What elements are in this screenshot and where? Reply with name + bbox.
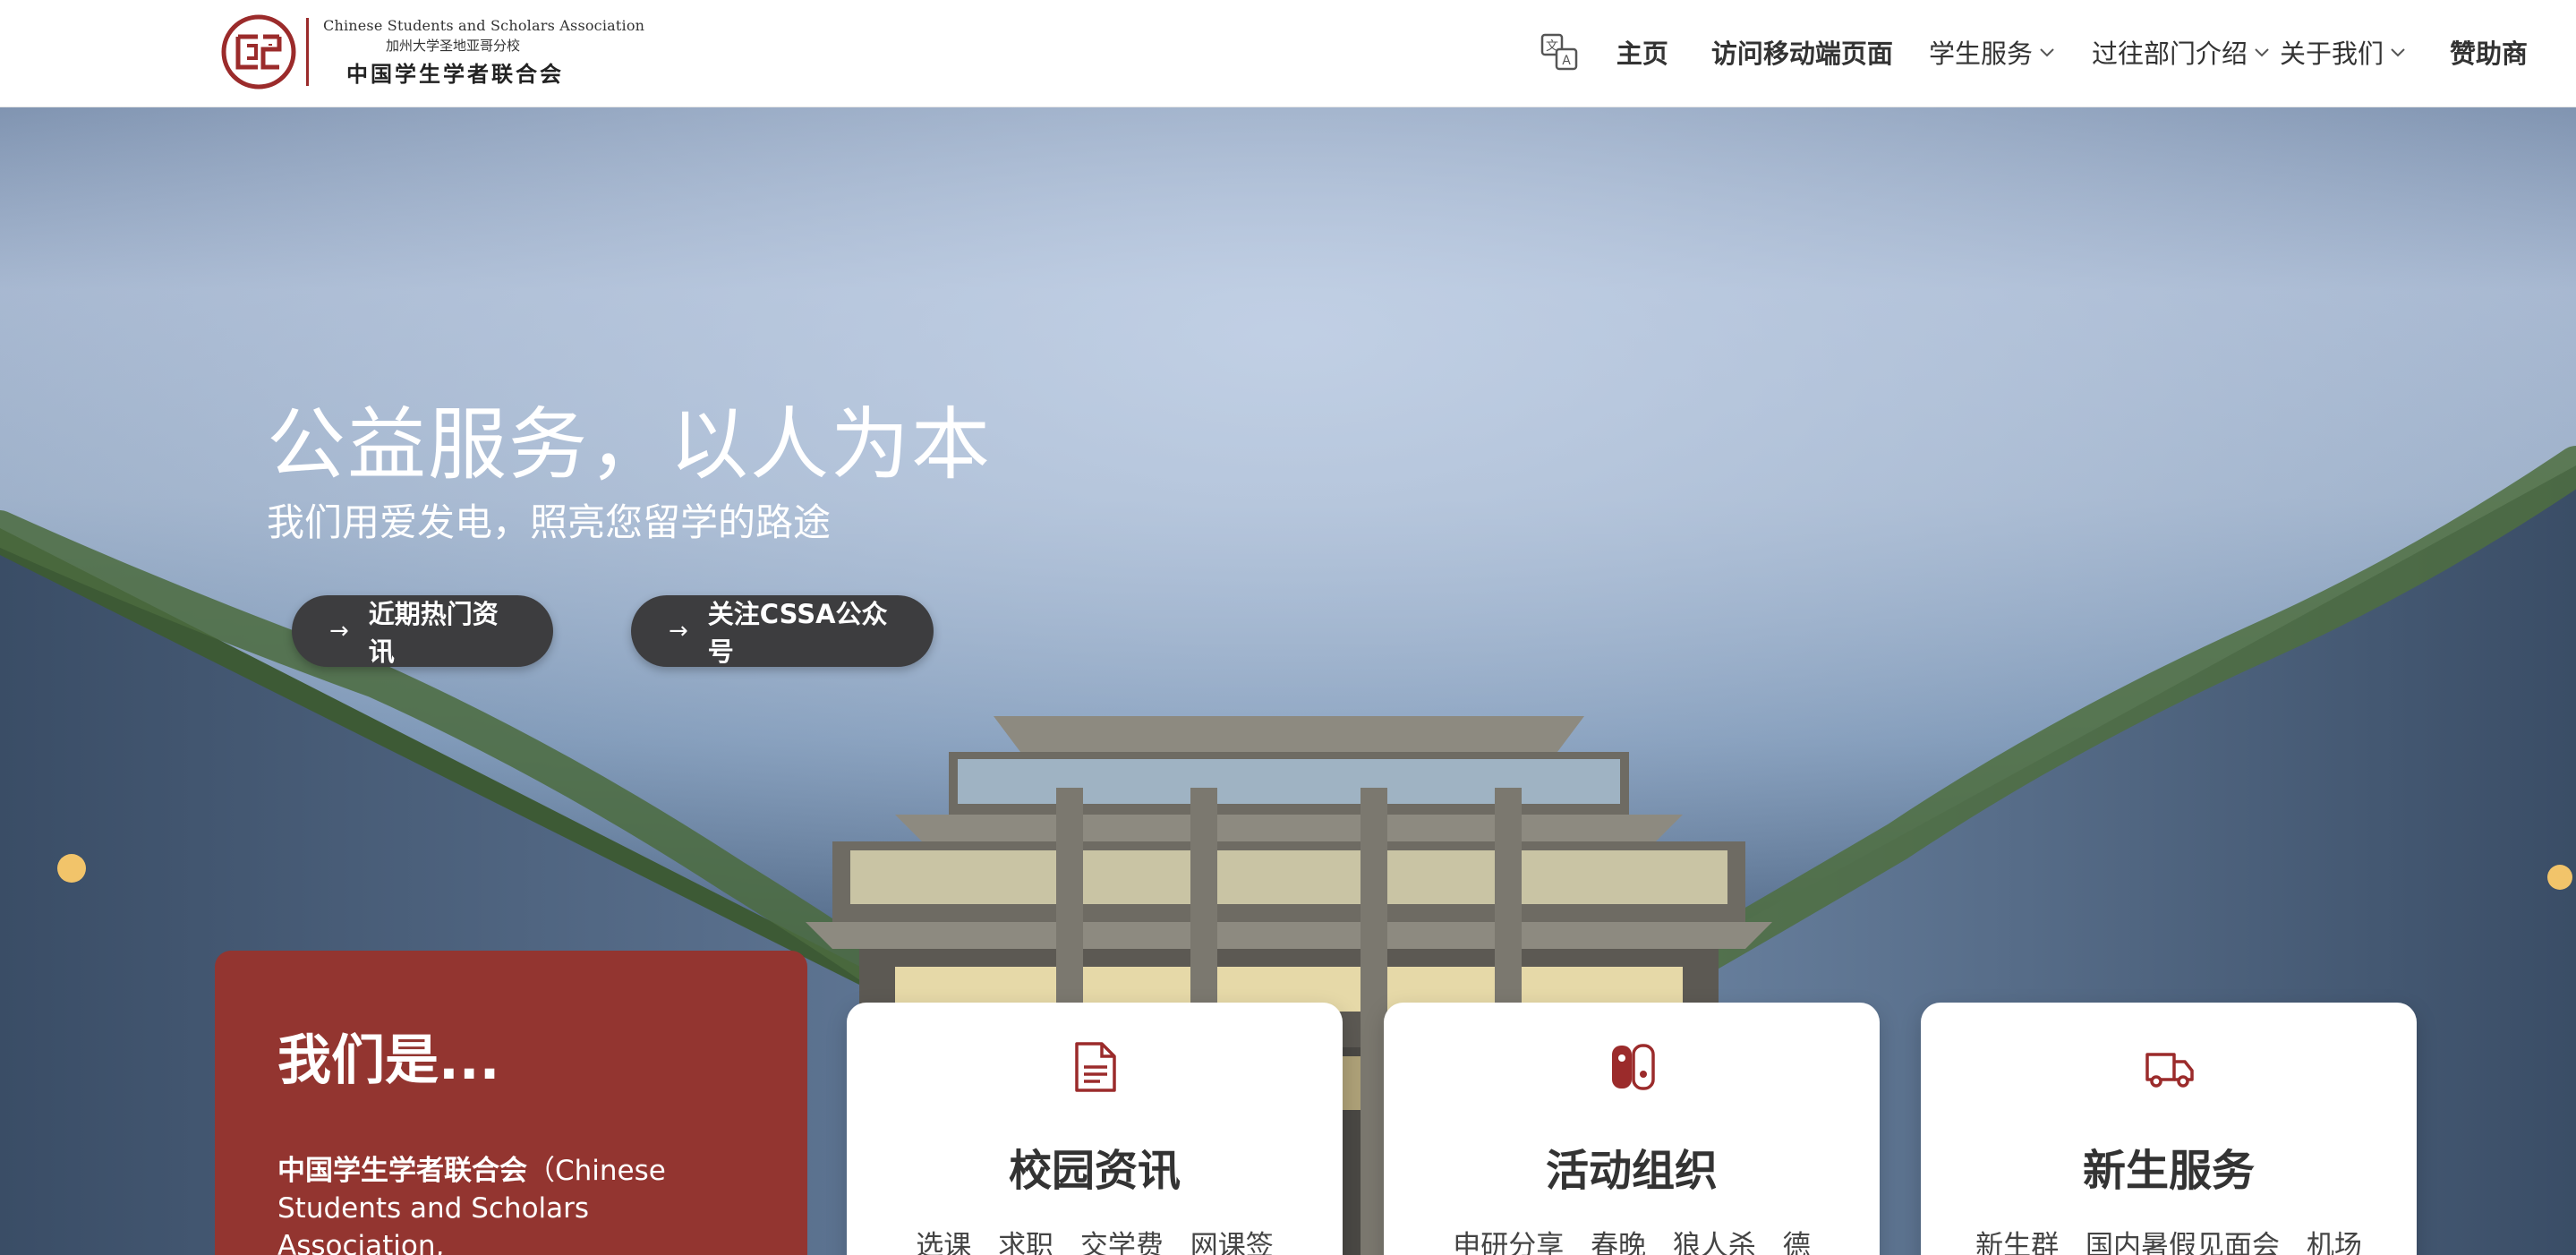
nav-sponsors-label: 赞助商 — [2449, 38, 2528, 69]
arrow-right-icon: → — [329, 618, 349, 645]
tag[interactable]: 狼人杀 — [1673, 1230, 1756, 1255]
tag[interactable]: 交学费 — [1080, 1230, 1164, 1255]
nav-about-us-label: 关于我们 — [2279, 38, 2384, 69]
nav-home[interactable]: 主页 — [1616, 33, 1668, 71]
tag[interactable]: 机场 — [2307, 1230, 2362, 1255]
logo-text: Chinese Students and Scholars Associatio… — [323, 17, 644, 88]
truck-icon — [2145, 1053, 2194, 1088]
arrow-right-icon: → — [669, 618, 688, 645]
about-us-card: 我们是... 中国学生学者联合会（Chinese Students and Sc… — [215, 951, 807, 1255]
about-title: 我们是... — [277, 1029, 500, 1092]
svg-text:文: 文 — [1546, 39, 1558, 54]
tag[interactable]: 申研分享 — [1453, 1230, 1564, 1255]
about-body: 中国学生学者联合会（Chinese Students and Scholars … — [277, 1152, 761, 1255]
translate-button[interactable]: 文 A — [1538, 30, 1581, 73]
tag[interactable]: 国内暑假见面会 — [2086, 1230, 2280, 1255]
nav-mobile-label: 访问移动端页面 — [1710, 38, 1893, 69]
cssa-seal-icon — [221, 14, 296, 90]
tag[interactable]: 网课签 — [1190, 1230, 1274, 1255]
svg-text:A: A — [1562, 54, 1571, 68]
document-icon — [1075, 1042, 1116, 1092]
game-controller-icon — [1612, 1044, 1655, 1090]
recent-news-label: 近期热门资讯 — [368, 599, 499, 667]
events-tags: 申研分享 春晚 狼人杀 德 — [1384, 1223, 1880, 1255]
logo-university-name: 加州大学圣地亚哥分校 — [386, 37, 521, 54]
cssa-logo[interactable]: Chinese Students and Scholars Associatio… — [220, 14, 644, 90]
follow-wechat-label: 关注CSSA公众号 — [707, 599, 888, 667]
tag[interactable]: 德 — [1783, 1230, 1811, 1255]
hero-subtitle: 我们用爱发电，照亮您留学的路途 — [267, 500, 832, 544]
translate-icon: 文 A — [1540, 33, 1578, 71]
logo-english-name: Chinese Students and Scholars Associatio… — [323, 16, 645, 34]
nav-student-services[interactable]: 学生服务 — [1929, 33, 2056, 71]
logo-chinese-name: 中国学生学者联合会 — [346, 60, 564, 87]
tag[interactable]: 选课 — [916, 1230, 971, 1255]
nav-student-services-label: 学生服务 — [1928, 38, 2033, 69]
campus-news-tags: 选课 求职 交学费 网课签 — [847, 1223, 1343, 1255]
events-card[interactable]: 活动组织 申研分享 春晚 狼人杀 德 — [1384, 1003, 1880, 1255]
new-student-title: 新生服务 — [2082, 1146, 2255, 1196]
main-nav: 文 A 主页 访问移动端页面 学生服务 过往部门介绍 关于我们 赞助商 — [1538, 25, 2528, 79]
follow-wechat-button[interactable]: → 关注CSSA公众号 — [631, 595, 934, 667]
new-student-card[interactable]: 新生服务 新生群 国内暑假见面会 机场 — [1921, 1003, 2417, 1255]
tag[interactable]: 求职 — [998, 1230, 1053, 1255]
nav-sponsors[interactable]: 赞助商 — [2450, 33, 2528, 71]
events-title: 活动组织 — [1545, 1146, 1718, 1196]
chevron-down-icon — [2255, 48, 2269, 57]
recent-news-button[interactable]: → 近期热门资讯 — [292, 595, 553, 667]
hero-title: 公益服务，以人为本 — [267, 398, 993, 491]
chevron-down-icon — [2391, 48, 2405, 57]
campus-news-card[interactable]: 校园资讯 选课 求职 交学费 网课签 — [847, 1003, 1343, 1255]
chevron-down-icon — [2040, 48, 2054, 57]
tag[interactable]: 春晚 — [1591, 1230, 1646, 1255]
nav-past-departments-label: 过往部门介绍 — [2091, 38, 2248, 69]
campus-news-title: 校园资讯 — [1008, 1146, 1181, 1196]
nav-about-us[interactable]: 关于我们 — [2280, 33, 2407, 71]
nav-mobile-page[interactable]: 访问移动端页面 — [1711, 33, 1893, 71]
logo-divider — [306, 18, 309, 86]
tag[interactable]: 新生群 — [1975, 1230, 2059, 1255]
nav-home-label: 主页 — [1616, 38, 1668, 69]
nav-past-departments[interactable]: 过往部门介绍 — [2092, 33, 2271, 71]
site-header: Chinese Students and Scholars Associatio… — [0, 0, 2576, 107]
new-student-tags: 新生群 国内暑假见面会 机场 — [1921, 1223, 2417, 1255]
about-body-bold: 中国学生学者联合会 — [277, 1155, 527, 1187]
